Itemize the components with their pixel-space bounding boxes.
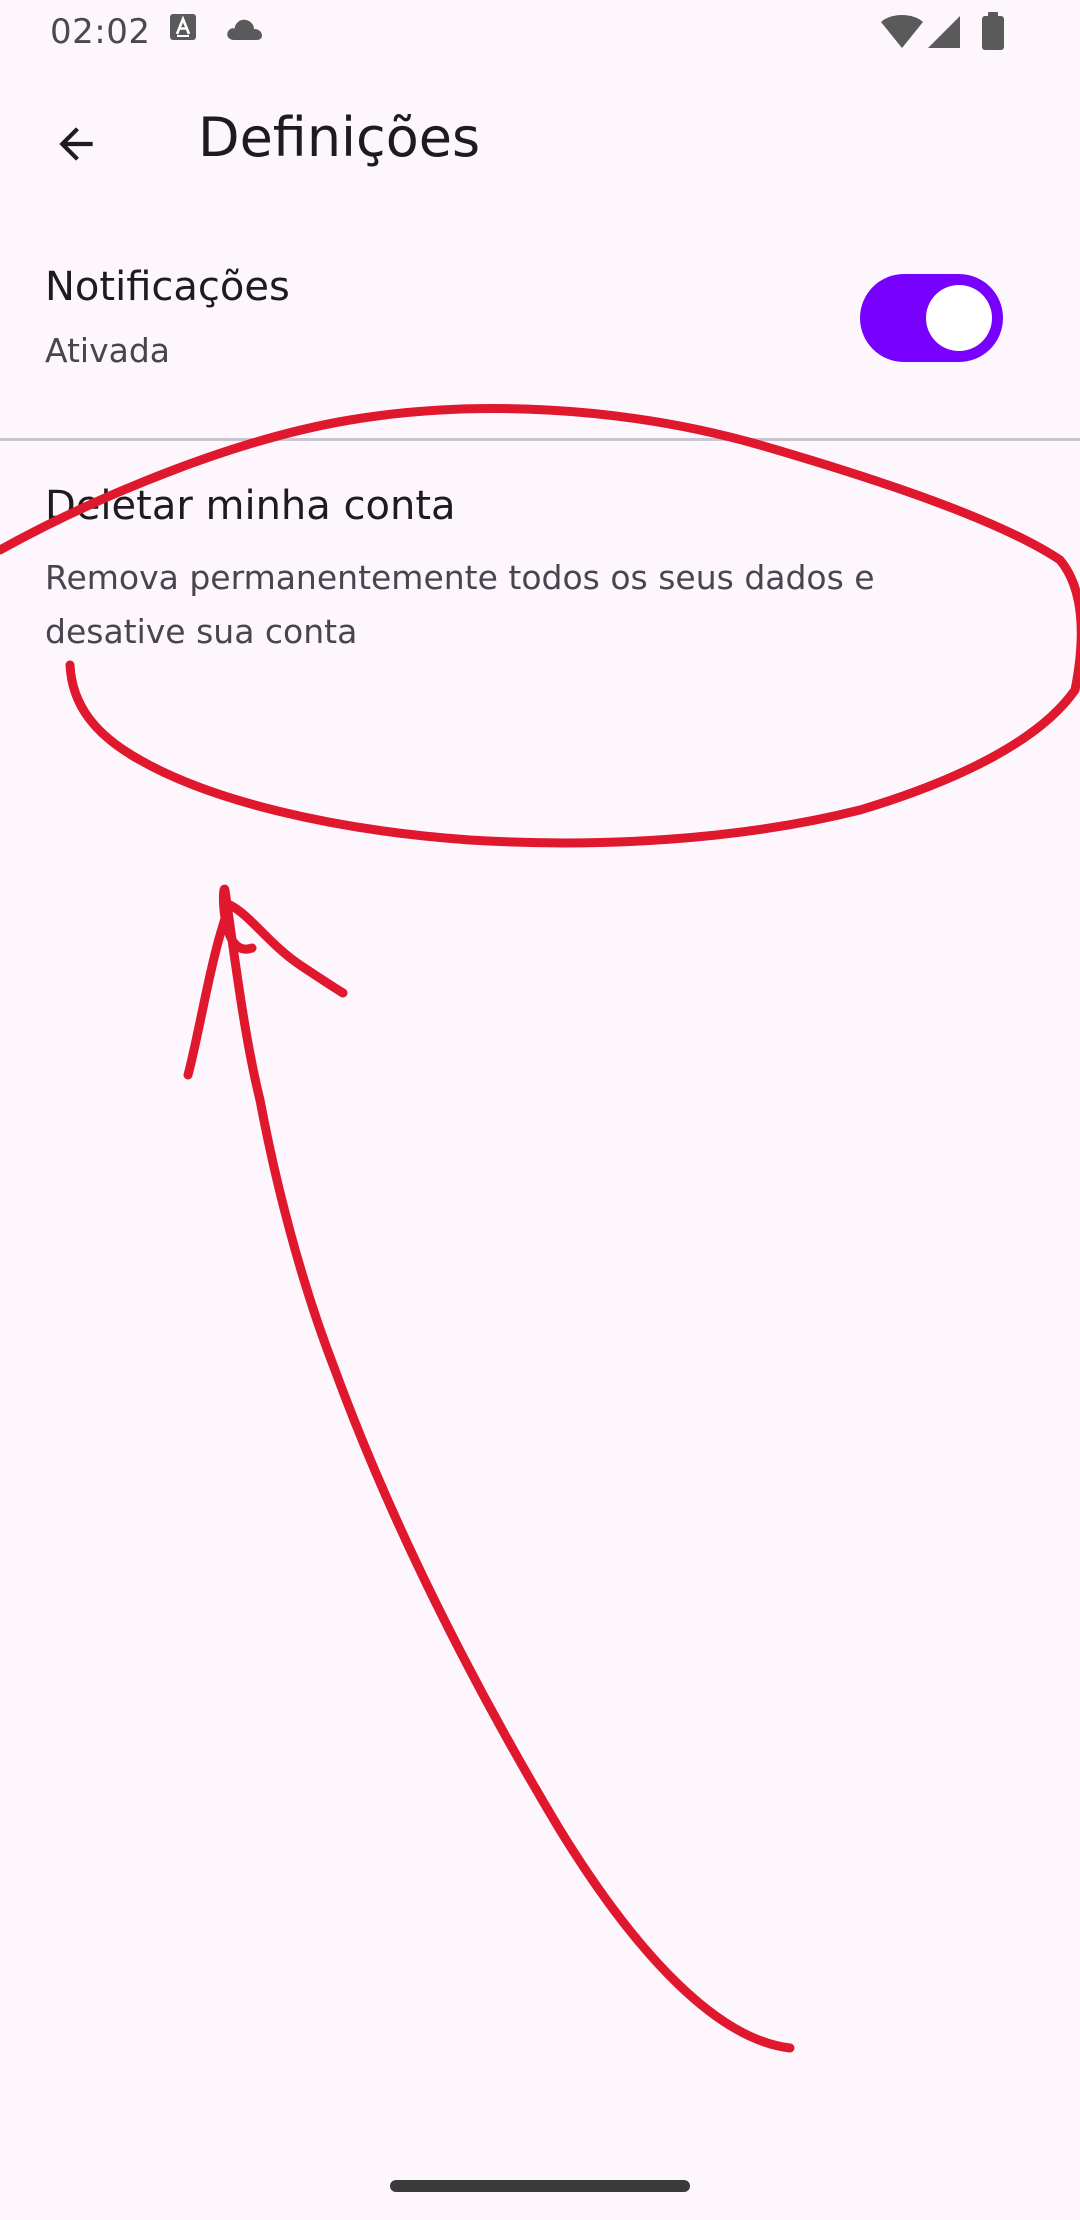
delete-account-setting[interactable]: Deletar minha conta Remova permanentemen… [0, 441, 1080, 681]
settings-screen: 02:02 Definições Notificações Ativada De… [0, 0, 1080, 2220]
notifications-setting[interactable]: Notificações Ativada [0, 240, 1080, 438]
home-indicator[interactable] [390, 2180, 690, 2192]
delete-account-description: Remova permanentemente todos os seus dad… [45, 558, 875, 651]
notifications-title: Notificações [45, 264, 290, 310]
arrow-back-icon [59, 127, 93, 161]
page-title: Definições [198, 106, 481, 169]
toggle-knob [926, 285, 992, 351]
notifications-toggle[interactable] [860, 274, 1003, 362]
annotation-arrow-head [183, 900, 348, 1080]
signal-icon [928, 16, 960, 48]
status-time: 02:02 [50, 12, 151, 52]
annotation-arrow-shaft [218, 884, 795, 2053]
notifications-status: Ativada [45, 331, 171, 370]
text-a-icon [170, 14, 196, 40]
top-app-bar: Definições [0, 70, 1080, 210]
status-bar: 02:02 [0, 0, 1080, 64]
battery-icon [982, 12, 1004, 50]
delete-account-title: Deletar minha conta [45, 483, 456, 529]
wifi-icon [881, 15, 923, 48]
back-button[interactable] [36, 104, 116, 184]
cloud-icon [227, 19, 262, 40]
